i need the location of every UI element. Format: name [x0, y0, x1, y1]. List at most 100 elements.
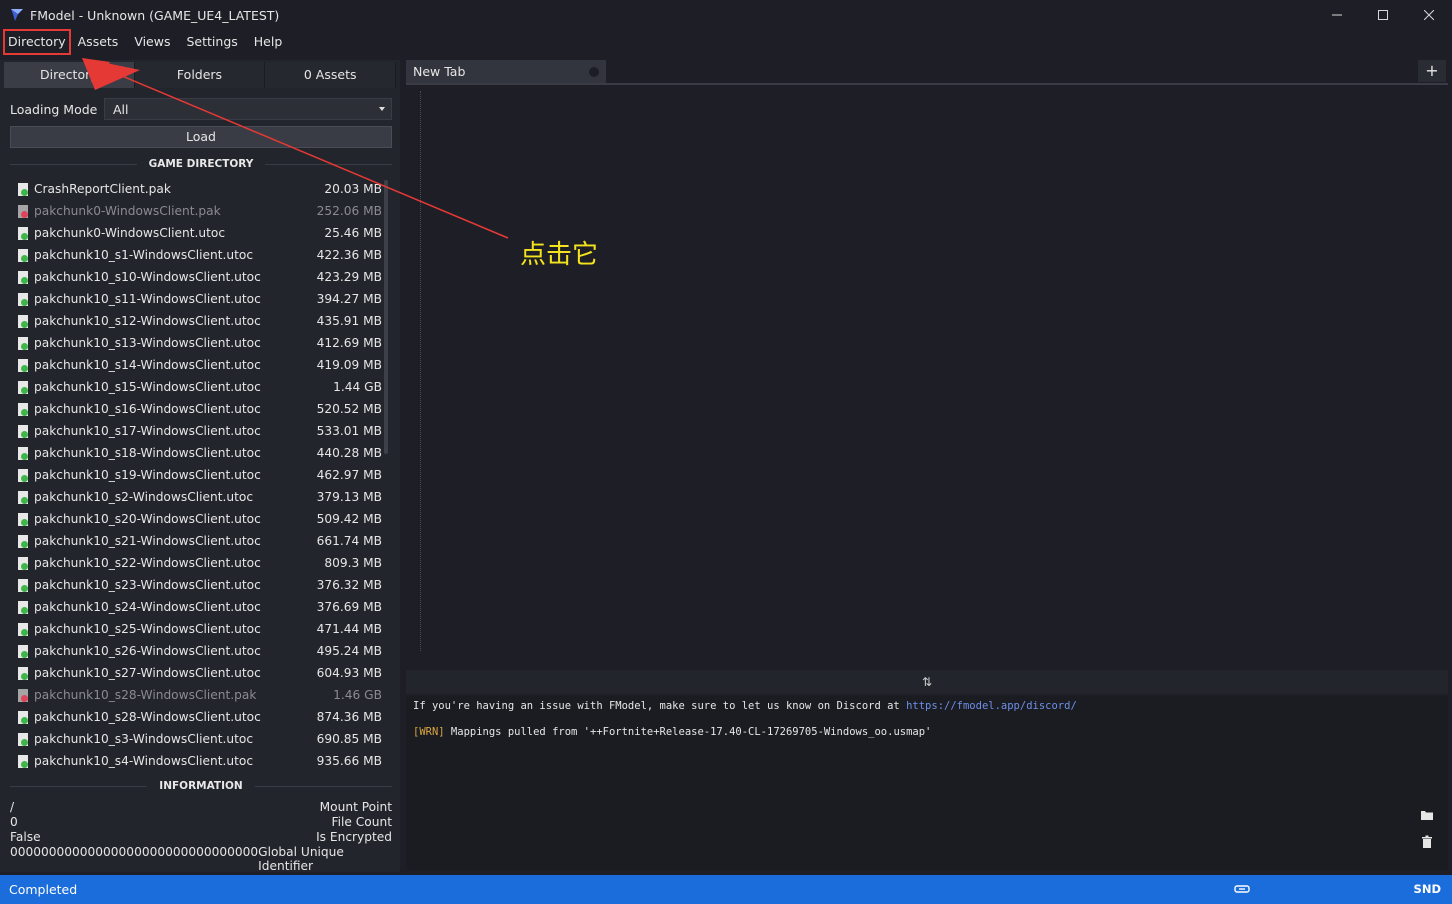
text-editor[interactable] [406, 85, 1448, 666]
file-name: pakchunk10_s13-WindowsClient.utoc [34, 336, 261, 350]
file-list-item[interactable]: pakchunk10_s24-WindowsClient.utoc 376.69 … [10, 596, 382, 618]
file-list-item[interactable]: pakchunk0-WindowsClient.pak 252.06 MB [10, 200, 382, 222]
window-title: FModel - Unknown (GAME_UE4_LATEST) [30, 7, 280, 23]
file-icon [18, 424, 28, 438]
information-header: INFORMATION [10, 778, 392, 794]
menu-directory[interactable]: Directory [3, 29, 71, 55]
menu-assets[interactable]: Assets [70, 30, 127, 54]
minimize-button[interactable] [1314, 0, 1360, 30]
file-name: pakchunk10_s26-WindowsClient.utoc [34, 644, 261, 658]
close-tab-icon[interactable] [589, 67, 599, 77]
warn-tag: [WRN] [413, 726, 445, 738]
loading-mode-select[interactable]: All [104, 98, 392, 120]
file-list-item[interactable]: pakchunk10_s11-WindowsClient.utoc 394.27 … [10, 288, 382, 310]
file-size: 394.27 MB [316, 292, 382, 306]
file-size: 422.36 MB [316, 248, 382, 262]
file-list-item[interactable]: pakchunk10_s13-WindowsClient.utoc 412.69 … [10, 332, 382, 354]
open-folder-icon[interactable] [1420, 808, 1434, 822]
file-name: pakchunk10_s20-WindowsClient.utoc [34, 512, 261, 526]
file-size: 874.36 MB [316, 710, 382, 724]
file-size: 471.44 MB [316, 622, 382, 636]
file-name: pakchunk10_s18-WindowsClient.utoc [34, 446, 261, 460]
link-icon[interactable] [1234, 883, 1250, 895]
chevron-down-icon [379, 107, 385, 111]
tab-assets[interactable]: 0 Assets [265, 62, 397, 88]
menu-settings[interactable]: Settings [179, 30, 246, 54]
menu-help[interactable]: Help [246, 30, 291, 54]
console-line: If you're having an issue with FModel, m… [413, 698, 1441, 724]
file-icon [18, 226, 28, 240]
file-list-item[interactable]: pakchunk10_s28-WindowsClient.utoc 874.36 … [10, 706, 382, 728]
file-name: pakchunk10_s22-WindowsClient.utoc [34, 556, 261, 570]
file-list-item[interactable]: CrashReportClient.pak 20.03 MB [10, 178, 382, 200]
tab-new-tab[interactable]: New Tab [406, 60, 606, 83]
info-label: File Count [331, 815, 392, 829]
tab-folders[interactable]: Folders [134, 62, 266, 88]
file-name: pakchunk0-WindowsClient.pak [34, 204, 221, 218]
file-list-item[interactable]: pakchunk10_s3-WindowsClient.utoc 690.85 M… [10, 728, 382, 750]
file-name: pakchunk10_s1-WindowsClient.utoc [34, 248, 254, 262]
file-list-item[interactable]: pakchunk10_s22-WindowsClient.utoc 809.3 M… [10, 552, 382, 574]
file-name: pakchunk10_s15-WindowsClient.utoc [34, 380, 261, 394]
info-value: 00000000000000000000000000000000 [10, 845, 259, 859]
file-size: 935.66 MB [316, 754, 382, 768]
file-name: pakchunk10_s2-WindowsClient.utoc [34, 490, 254, 504]
file-name: pakchunk10_s4-WindowsClient.utoc [34, 754, 254, 768]
file-name: pakchunk10_s28-WindowsClient.utoc [34, 710, 261, 724]
close-button[interactable] [1406, 0, 1452, 30]
file-name: pakchunk10_s3-WindowsClient.utoc [34, 732, 254, 746]
file-name: pakchunk10_s19-WindowsClient.utoc [34, 468, 261, 482]
file-icon [18, 578, 28, 592]
information-block: / Mount Point 0 File Count False Is Encr… [10, 800, 392, 873]
menu-bar: Directory Assets Views Settings Help [0, 29, 291, 55]
tab-directory[interactable]: Directory [4, 62, 135, 88]
file-icon [18, 402, 28, 416]
file-list-scrollbar[interactable] [384, 180, 388, 454]
file-list-item[interactable]: pakchunk10_s23-WindowsClient.utoc 376.32 … [10, 574, 382, 596]
file-list-item[interactable]: pakchunk10_s25-WindowsClient.utoc 471.44 … [10, 618, 382, 640]
file-size: 376.32 MB [316, 578, 382, 592]
file-list-item[interactable]: pakchunk10_s19-WindowsClient.utoc 462.97 … [10, 464, 382, 486]
file-size: 495.24 MB [316, 644, 382, 658]
file-list-item[interactable]: pakchunk10_s1-WindowsClient.utoc 422.36 M… [10, 244, 382, 266]
snd-indicator[interactable]: SND [1414, 875, 1441, 904]
file-icon [18, 336, 28, 350]
menu-views[interactable]: Views [126, 30, 178, 54]
left-tabs: Directory Folders 0 Assets [4, 62, 397, 88]
add-tab-button[interactable]: + [1418, 60, 1446, 82]
file-list-item[interactable]: pakchunk10_s17-WindowsClient.utoc 533.01 … [10, 420, 382, 442]
file-list-item[interactable]: pakchunk10_s14-WindowsClient.utoc 419.09 … [10, 354, 382, 376]
file-list-item[interactable]: pakchunk10_s18-WindowsClient.utoc 440.28 … [10, 442, 382, 464]
file-list-item[interactable]: pakchunk10_s10-WindowsClient.utoc 423.29 … [10, 266, 382, 288]
maximize-icon [1378, 10, 1388, 20]
file-icon [18, 248, 28, 262]
file-list-item[interactable]: pakchunk10_s28-WindowsClient.pak 1.46 GB [10, 684, 382, 706]
file-name: pakchunk10_s11-WindowsClient.utoc [34, 292, 261, 306]
file-list-item[interactable]: pakchunk10_s4-WindowsClient.utoc 935.66 M… [10, 750, 382, 772]
trash-icon[interactable] [1420, 835, 1434, 849]
file-list-item[interactable]: pakchunk10_s26-WindowsClient.utoc 495.24 … [10, 640, 382, 662]
info-value: False [10, 830, 41, 844]
file-list-item[interactable]: pakchunk10_s16-WindowsClient.utoc 520.52 … [10, 398, 382, 420]
file-icon [18, 292, 28, 306]
info-row-is-encrypted: False Is Encrypted [10, 830, 392, 845]
discord-link[interactable]: https://fmodel.app/discord/ [906, 700, 1077, 712]
file-size: 20.03 MB [324, 182, 382, 196]
information-title: INFORMATION [159, 780, 243, 792]
file-list-item[interactable]: pakchunk10_s12-WindowsClient.utoc 435.91 … [10, 310, 382, 332]
file-list-item[interactable]: pakchunk10_s27-WindowsClient.utoc 604.93 … [10, 662, 382, 684]
editor-gutter [420, 91, 421, 651]
fmodel-logo-icon [11, 9, 23, 21]
maximize-button[interactable] [1360, 0, 1406, 30]
file-list-item[interactable]: pakchunk10_s21-WindowsClient.utoc 661.74 … [10, 530, 382, 552]
game-directory-list[interactable]: CrashReportClient.pak 20.03 MB pakchunk0-W… [10, 178, 382, 772]
file-list-item[interactable]: pakchunk10_s15-WindowsClient.utoc 1.44 GB [10, 376, 382, 398]
panel-splitter[interactable]: ⇅ [406, 670, 1448, 694]
info-row-guid: 00000000000000000000000000000000 Global … [10, 845, 392, 873]
load-button[interactable]: Load [10, 126, 392, 148]
file-list-item[interactable]: pakchunk10_s2-WindowsClient.utoc 379.13 M… [10, 486, 382, 508]
file-list-item[interactable]: pakchunk0-WindowsClient.utoc 25.46 MB [10, 222, 382, 244]
file-size: 1.44 GB [333, 380, 382, 394]
file-list-item[interactable]: pakchunk10_s20-WindowsClient.utoc 509.42 … [10, 508, 382, 530]
file-icon [18, 314, 28, 328]
